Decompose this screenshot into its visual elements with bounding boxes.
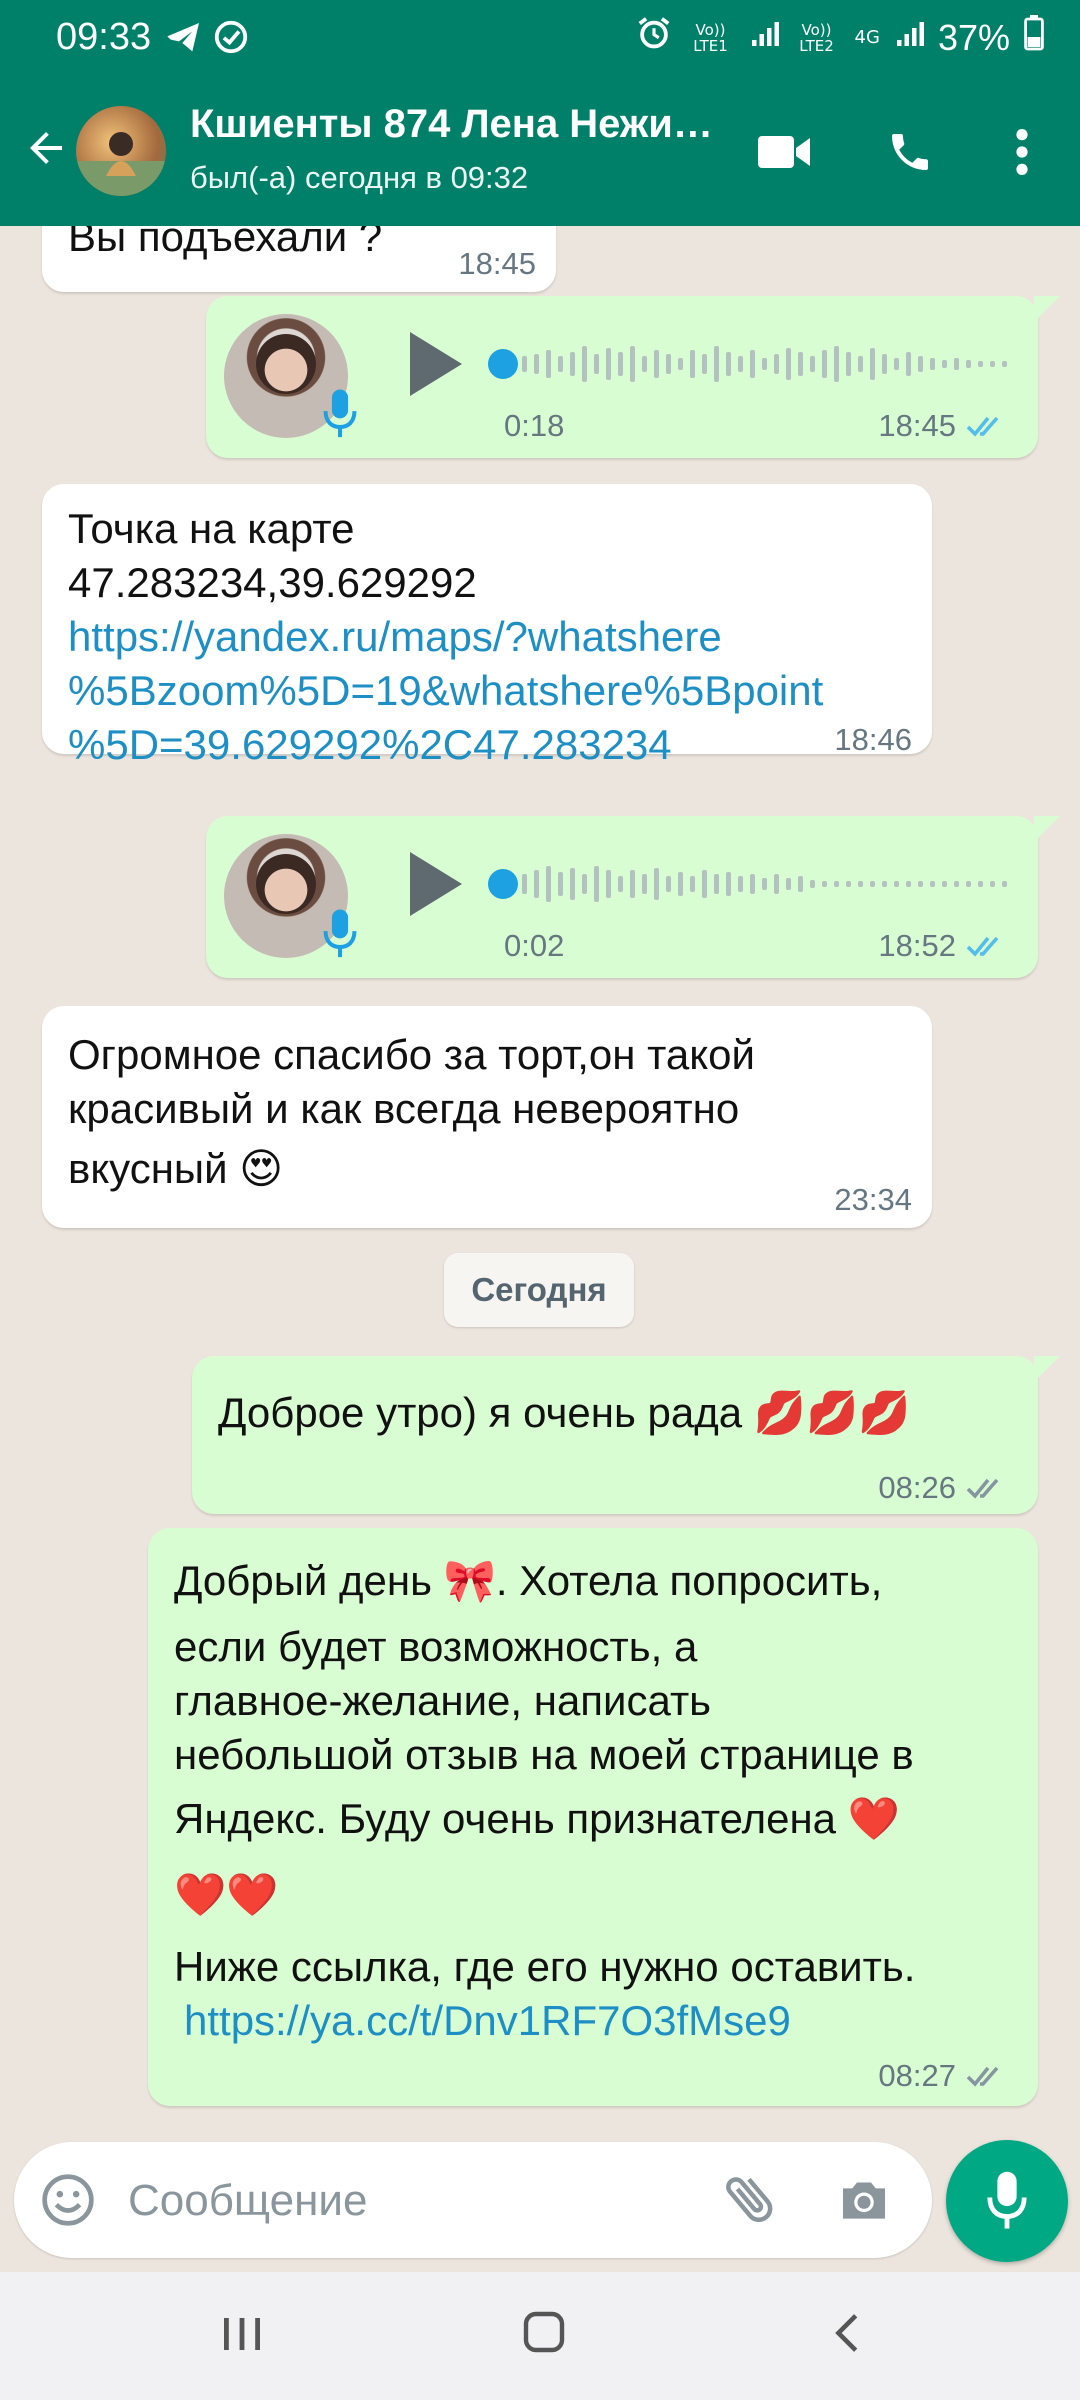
telegram-icon	[164, 18, 204, 63]
sim2-label: Vo)) LTE2	[799, 20, 834, 55]
home-icon[interactable]	[520, 2308, 568, 2361]
message-time: 18:45	[458, 246, 536, 281]
message-text: красивый и как всегда невероятно	[68, 1085, 740, 1132]
message-text: вкусный 😍	[68, 1145, 283, 1192]
signal2-icon	[894, 17, 924, 59]
map-link[interactable]: https://yandex.ru/maps/?whatshere	[68, 610, 722, 664]
message-time: 08:26	[878, 1470, 956, 1505]
map-link[interactable]: %5D=39.629292%2C47.283234	[68, 718, 672, 772]
mic-icon	[322, 388, 358, 445]
last-seen[interactable]: был(-а) сегодня в 09:32	[190, 160, 528, 196]
message-input[interactable]	[126, 2166, 690, 2236]
status-bar: 09:33 Vo)) LTE1 Vo)) LTE2 4G 37%	[0, 0, 1080, 80]
playback-position[interactable]	[488, 869, 518, 899]
system-nav-bar	[0, 2272, 1080, 2400]
bubble-tail	[1034, 816, 1060, 842]
message-time: 18:45	[878, 408, 956, 443]
check-circle-icon	[212, 18, 250, 61]
bubble-tail	[1034, 296, 1060, 322]
battery-percent: 37%	[937, 16, 1010, 58]
delivered-ticks-icon	[966, 2062, 1012, 2095]
message-incoming[interactable]: Огромное спасибо за торт,он такой красив…	[42, 1006, 932, 1228]
message-text: Ниже ссылка, где его нужно оставить.	[174, 1943, 916, 1990]
alarm-icon	[635, 14, 673, 61]
voice-message-outgoing[interactable]: 0:02 18:52	[206, 816, 1060, 978]
attach-icon[interactable]	[720, 2168, 780, 2233]
status-indicators: Vo)) LTE1 Vo)) LTE2 4G 37%	[635, 14, 1044, 61]
message-text: если будет возможность, а	[174, 1623, 698, 1670]
signal1-icon	[749, 17, 779, 59]
message-list[interactable]: Вы подъехали ? 18:45 0:18 18:45 Точка на…	[0, 226, 1080, 2134]
read-ticks-icon	[966, 412, 1012, 445]
message-time: 18:52	[878, 928, 956, 963]
chat-title[interactable]: Кшиенты 874 Лена Нежинская	[190, 102, 730, 147]
mic-icon	[987, 2171, 1027, 2229]
voice-duration: 0:18	[504, 408, 565, 443]
emoji-icon[interactable]	[40, 2172, 96, 2233]
message-time: 08:27	[878, 2058, 956, 2093]
message-text: Добрый день 🎀. Хотела попросить,	[174, 1557, 883, 1604]
battery-icon	[1024, 15, 1044, 60]
video-call-icon[interactable]	[756, 132, 812, 177]
play-icon[interactable]	[402, 848, 466, 925]
message-outgoing[interactable]: Доброе утро) я очень рада 💋💋💋 08:26	[192, 1356, 1060, 1514]
message-text: Точка на карте	[68, 505, 355, 552]
back-arrow-icon[interactable]	[22, 124, 70, 177]
voice-waveform[interactable]	[522, 336, 1012, 392]
read-ticks-icon	[966, 932, 1012, 965]
map-link[interactable]: %5Bzoom%5D=19&whatshere%5Bpoint	[68, 664, 823, 718]
message-time: 23:34	[834, 1182, 912, 1217]
chat-header: Кшиенты 874 Лена Нежинская был(-а) сегод…	[0, 80, 1080, 226]
network-type: 4G	[854, 26, 880, 48]
voice-message-outgoing[interactable]: 0:18 18:45	[206, 296, 1060, 458]
message-composer	[14, 2142, 932, 2258]
review-link[interactable]: https://ya.cc/t/Dnv1RF7O3fMse9	[184, 1994, 791, 2048]
voice-record-button[interactable]	[946, 2140, 1068, 2262]
message-time: 18:46	[834, 722, 912, 757]
voice-waveform[interactable]	[522, 856, 1012, 912]
more-vert-icon[interactable]	[1012, 126, 1032, 183]
date-divider: Сегодня	[444, 1253, 634, 1327]
status-time: 09:33	[56, 16, 152, 58]
message-text: Яндекс. Буду очень признателена ❤️	[174, 1795, 900, 1842]
message-text: небольшой отзыв на моей странице в	[174, 1731, 914, 1778]
message-text: Доброе утро) я очень рада 💋💋💋	[218, 1389, 911, 1436]
delivered-ticks-icon	[966, 1474, 1012, 1507]
nav-back-icon[interactable]	[828, 2310, 868, 2361]
message-outgoing[interactable]: Добрый день 🎀. Хотела попросить, если бу…	[148, 1528, 1038, 2106]
message-text: главное-желание, написать	[174, 1677, 712, 1724]
recents-icon[interactable]	[220, 2312, 264, 2361]
message-text: Вы подъехали ?	[68, 226, 383, 260]
mic-icon	[322, 908, 358, 965]
camera-icon[interactable]	[836, 2172, 892, 2233]
message-text: Огромное спасибо за торт,он такой	[68, 1031, 755, 1078]
playback-position[interactable]	[488, 349, 518, 379]
coordinates-text: 47.283234,39.629292	[68, 559, 477, 606]
message-text: ❤️❤️	[174, 1871, 279, 1918]
phone-icon[interactable]	[886, 128, 934, 181]
play-icon[interactable]	[402, 328, 466, 405]
message-incoming[interactable]: Вы подъехали ? 18:45	[42, 226, 556, 292]
sim1-label: Vo)) LTE1	[693, 20, 728, 55]
voice-duration: 0:02	[504, 928, 565, 963]
bubble-tail	[1034, 1356, 1060, 1382]
message-incoming[interactable]: Точка на карте 47.283234,39.629292 https…	[42, 484, 932, 768]
contact-avatar[interactable]	[76, 106, 166, 196]
